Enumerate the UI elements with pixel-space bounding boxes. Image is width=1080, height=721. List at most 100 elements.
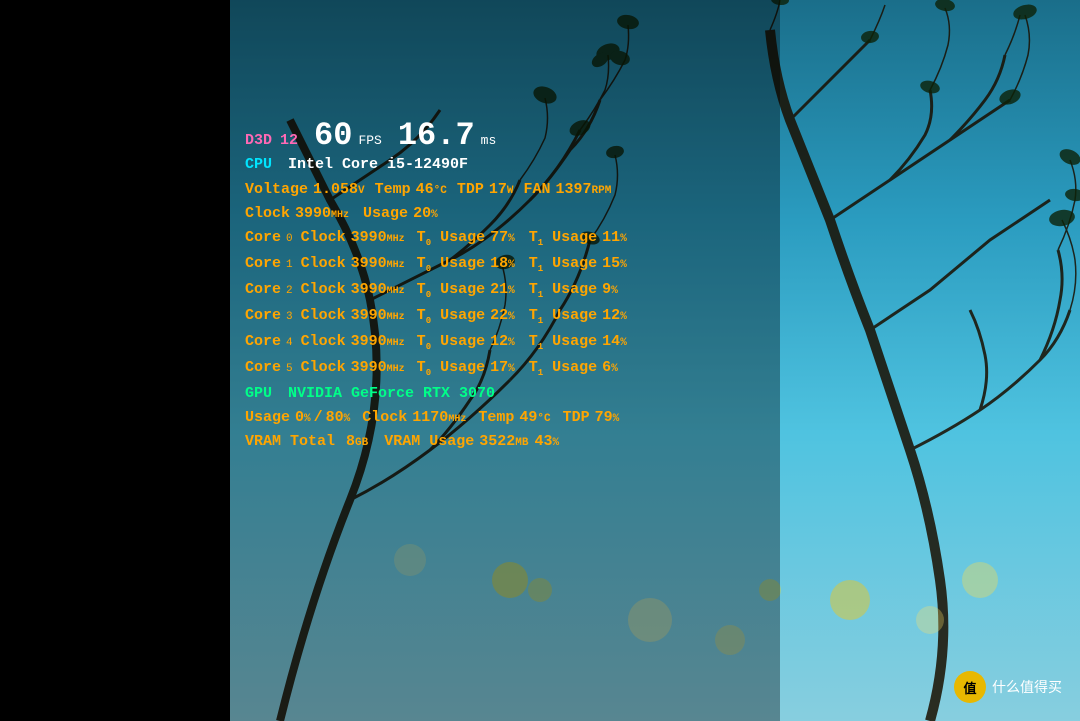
cpu-name: Intel Core i5-12490F <box>288 153 468 176</box>
core-3-clock-unit: MHz <box>387 310 405 326</box>
gpu-temp-unit: °C <box>537 411 550 428</box>
core-2-t0-value: 21 <box>490 278 508 301</box>
usage-label: Usage <box>363 202 408 225</box>
fan-label: FAN <box>524 178 551 201</box>
core-1-t1-unit: % <box>620 257 627 274</box>
core-1-t0-label: T0 Usage <box>417 252 485 277</box>
vram-total-label: VRAM Total <box>245 430 335 453</box>
d3d-version: 12 <box>280 129 298 152</box>
core-3-t1-value: 12 <box>602 304 620 327</box>
voltage-line: Voltage 1.058 V Temp 46 °C TDP 17 W FAN … <box>245 178 627 201</box>
core-2-clock-unit: MHz <box>387 284 405 300</box>
core-3-t0-label: T0 Usage <box>417 304 485 329</box>
core-0-t1-label: T1 Usage <box>529 226 597 251</box>
core-0-clock-value: 3990 <box>351 226 387 249</box>
vram-total-value: 8 <box>346 430 355 453</box>
core-2-clock-label: Clock <box>301 278 346 301</box>
tdp-value: 17 <box>489 178 507 201</box>
core-3-label: Core <box>245 304 281 327</box>
fps-line: D3D 12 60 FPS 16.7 ms <box>245 120 627 152</box>
voltage-unit: V <box>358 183 365 200</box>
tdp-label: TDP <box>457 178 484 201</box>
core-0-t0-unit: % <box>508 231 515 248</box>
fan-value: 1397 <box>556 178 592 201</box>
core-3-t1-unit: % <box>620 309 627 326</box>
ms-value: 16.7 <box>398 120 475 152</box>
core-5-t1-unit: % <box>611 361 618 378</box>
core-1-clock-unit: MHz <box>387 258 405 274</box>
core-lines: Core 0 Clock 3990 MHz T0 Usage 77 % T1 U… <box>245 226 627 381</box>
gpu-tdp-value: 79 <box>595 406 613 429</box>
core-3-t0-value: 22 <box>490 304 508 327</box>
clock-usage-line: Clock 3990 MHz Usage 20 % <box>245 202 627 225</box>
core-5-label: Core <box>245 356 281 379</box>
gpu-tdp-label: TDP <box>563 406 590 429</box>
cpu-line: CPU Intel Core i5-12490F <box>245 153 627 176</box>
vram-usage-pct-unit: % <box>552 435 559 452</box>
clock-label: Clock <box>245 202 290 225</box>
fan-unit: RPM <box>592 183 612 200</box>
core-4-line: Core 4 Clock 3990 MHz T0 Usage 12 % T1 U… <box>245 330 627 355</box>
temp-value: 46 <box>416 178 434 201</box>
core-1-t1-value: 15 <box>602 252 620 275</box>
core-2-t0-unit: % <box>508 283 515 300</box>
gpu-temp-label: Temp <box>478 406 514 429</box>
core-4-t1-label: T1 Usage <box>529 330 597 355</box>
voltage-value: 1.058 <box>313 178 358 201</box>
core-4-clock-value: 3990 <box>351 330 387 353</box>
core-1-line: Core 1 Clock 3990 MHz T0 Usage 18 % T1 U… <box>245 252 627 277</box>
core-3-t0-unit: % <box>508 309 515 326</box>
core-5-line: Core 5 Clock 3990 MHz T0 Usage 17 % T1 U… <box>245 356 627 381</box>
vram-usage-pct: 43 <box>534 430 552 453</box>
core-0-t0-value: 77 <box>490 226 508 249</box>
tdp-unit: W <box>507 183 514 200</box>
core-4-t1-value: 14 <box>602 330 620 353</box>
fps-value: 60 <box>314 120 352 152</box>
watermark-text: 什么值得买 <box>992 677 1062 697</box>
core-3-t1-label: T1 Usage <box>529 304 597 329</box>
gpu-usage-slash: / <box>314 406 323 429</box>
core-2-clock-value: 3990 <box>351 278 387 301</box>
vram-usage-label: VRAM Usage <box>384 430 474 453</box>
hud-overlay: D3D 12 60 FPS 16.7 ms CPU Intel Core i5-… <box>245 120 627 454</box>
voltage-label: Voltage <box>245 178 308 201</box>
clock-value: 3990 <box>295 202 331 225</box>
core-4-t0-unit: % <box>508 335 515 352</box>
gpu-label: GPU <box>245 382 272 405</box>
core-4-clock-unit: MHz <box>387 336 405 352</box>
core-0-line: Core 0 Clock 3990 MHz T0 Usage 77 % T1 U… <box>245 226 627 251</box>
core-5-t1-label: T1 Usage <box>529 356 597 381</box>
vram-usage-value: 3522 <box>479 430 515 453</box>
cpu-label: CPU <box>245 153 272 176</box>
gpu-line: GPU NVIDIA GeForce RTX 3070 <box>245 382 627 405</box>
core-4-t1-unit: % <box>620 335 627 352</box>
core-0-clock-unit: MHz <box>387 232 405 248</box>
core-5-t0-label: T0 Usage <box>417 356 485 381</box>
fps-unit: FPS <box>358 131 381 151</box>
gpu-usage-value: 0 <box>295 406 304 429</box>
core-2-line: Core 2 Clock 3990 MHz T0 Usage 21 % T1 U… <box>245 278 627 303</box>
core-1-t0-unit: % <box>508 257 515 274</box>
gpu-clock-label: Clock <box>362 406 407 429</box>
temp-unit: °C <box>434 183 447 200</box>
core-4-label: Core <box>245 330 281 353</box>
core-1-clock-label: Clock <box>301 252 346 275</box>
gpu-clock-unit: MHz <box>448 412 466 428</box>
core-4-clock-label: Clock <box>301 330 346 353</box>
core-2-t1-unit: % <box>611 283 618 300</box>
core-0-clock-label: Clock <box>301 226 346 249</box>
gpu-temp-value: 49 <box>519 406 537 429</box>
core-5-clock-label: Clock <box>301 356 346 379</box>
core-1-label: Core <box>245 252 281 275</box>
core-5-t0-value: 17 <box>490 356 508 379</box>
usage-unit: % <box>431 207 438 224</box>
usage-value: 20 <box>413 202 431 225</box>
core-0-t1-unit: % <box>620 231 627 248</box>
vram-total-unit: GB <box>355 435 368 452</box>
gpu-usage-pct2: % <box>344 411 351 428</box>
gpu-usage-label: Usage <box>245 406 290 429</box>
core-3-clock-label: Clock <box>301 304 346 327</box>
core-0-t0-label: T0 Usage <box>417 226 485 251</box>
core-3-clock-value: 3990 <box>351 304 387 327</box>
gpu-stats-line: Usage 0 % / 80 % Clock 1170 MHz Temp 49 … <box>245 406 627 429</box>
